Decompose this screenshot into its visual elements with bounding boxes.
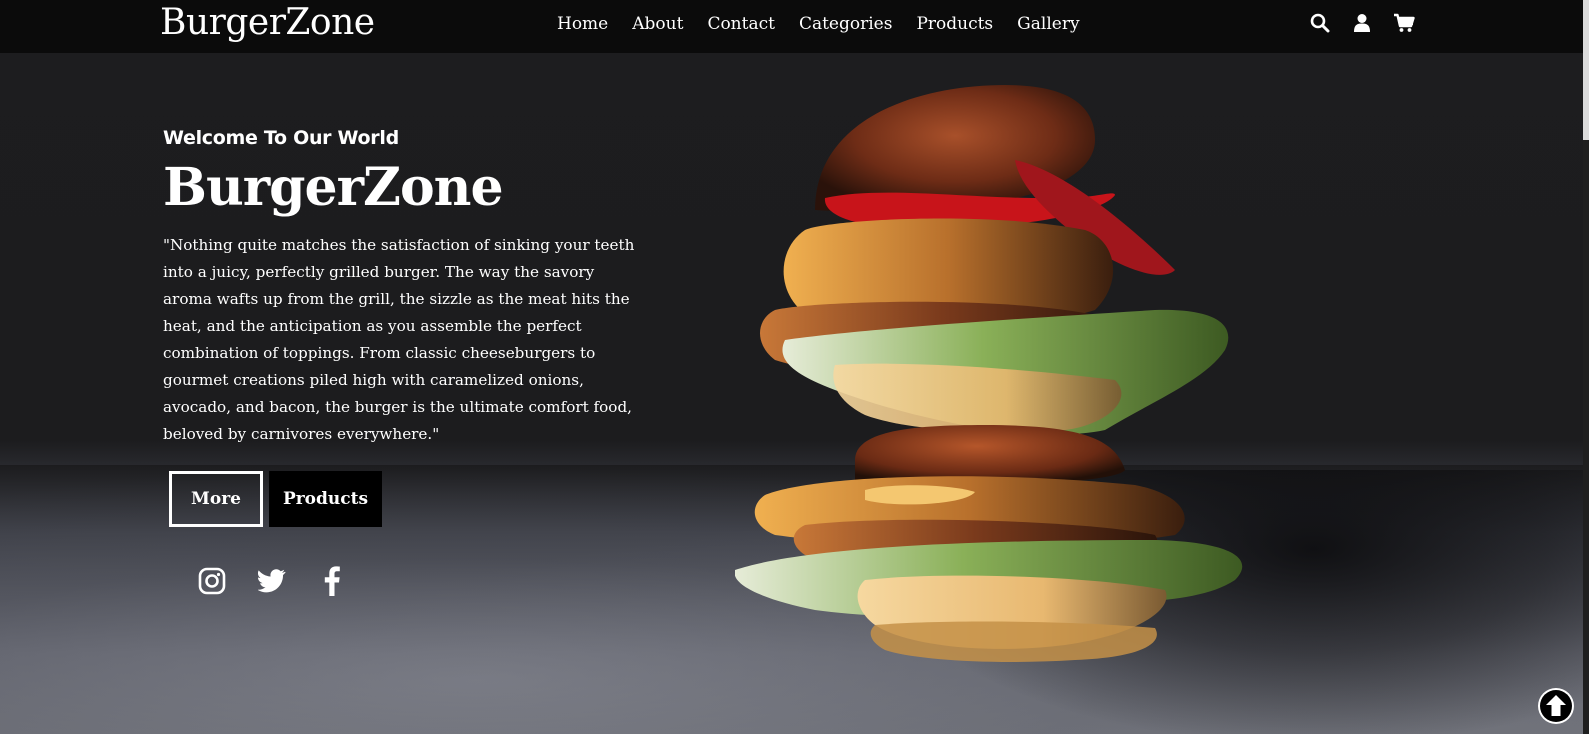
arrow-up-circle-icon <box>1540 690 1572 722</box>
navbar: BurgerZone Home About Contact Categories… <box>0 0 1589 53</box>
cart-icon[interactable] <box>1393 12 1415 34</box>
nav-link-about[interactable]: About <box>632 12 683 36</box>
scrollbar[interactable] <box>1583 0 1589 734</box>
hero-buttons: More Products <box>169 471 382 527</box>
brand-logo[interactable]: BurgerZone <box>160 2 375 44</box>
more-button[interactable]: More <box>169 471 263 527</box>
page: BurgerZone Home About Contact Categories… <box>0 0 1589 734</box>
facebook-icon[interactable] <box>317 566 347 596</box>
social-links <box>197 566 347 596</box>
nav-link-home[interactable]: Home <box>557 12 608 36</box>
twitter-icon[interactable] <box>257 566 287 596</box>
user-icon[interactable] <box>1351 12 1373 34</box>
hero-welcome-text: Welcome To Our World <box>163 127 399 149</box>
nav-icons <box>1309 12 1415 34</box>
hero-title: BurgerZone <box>163 157 504 218</box>
instagram-icon[interactable] <box>197 566 227 596</box>
nav-links: Home About Contact Categories Products G… <box>557 12 1104 36</box>
nav-link-products[interactable]: Products <box>916 12 993 36</box>
products-button[interactable]: Products <box>269 471 382 527</box>
scrollbar-thumb[interactable] <box>1583 0 1589 140</box>
nav-link-gallery[interactable]: Gallery <box>1017 12 1079 36</box>
burger-image <box>735 85 1243 662</box>
scroll-to-top-button[interactable] <box>1538 688 1574 724</box>
nav-link-contact[interactable]: Contact <box>707 12 775 36</box>
hero-quote: "Nothing quite matches the satisfaction … <box>163 236 635 443</box>
nav-link-categories[interactable]: Categories <box>799 12 893 36</box>
search-icon[interactable] <box>1309 12 1331 34</box>
hero-content: Welcome To Our World BurgerZone "Nothing… <box>163 126 653 448</box>
